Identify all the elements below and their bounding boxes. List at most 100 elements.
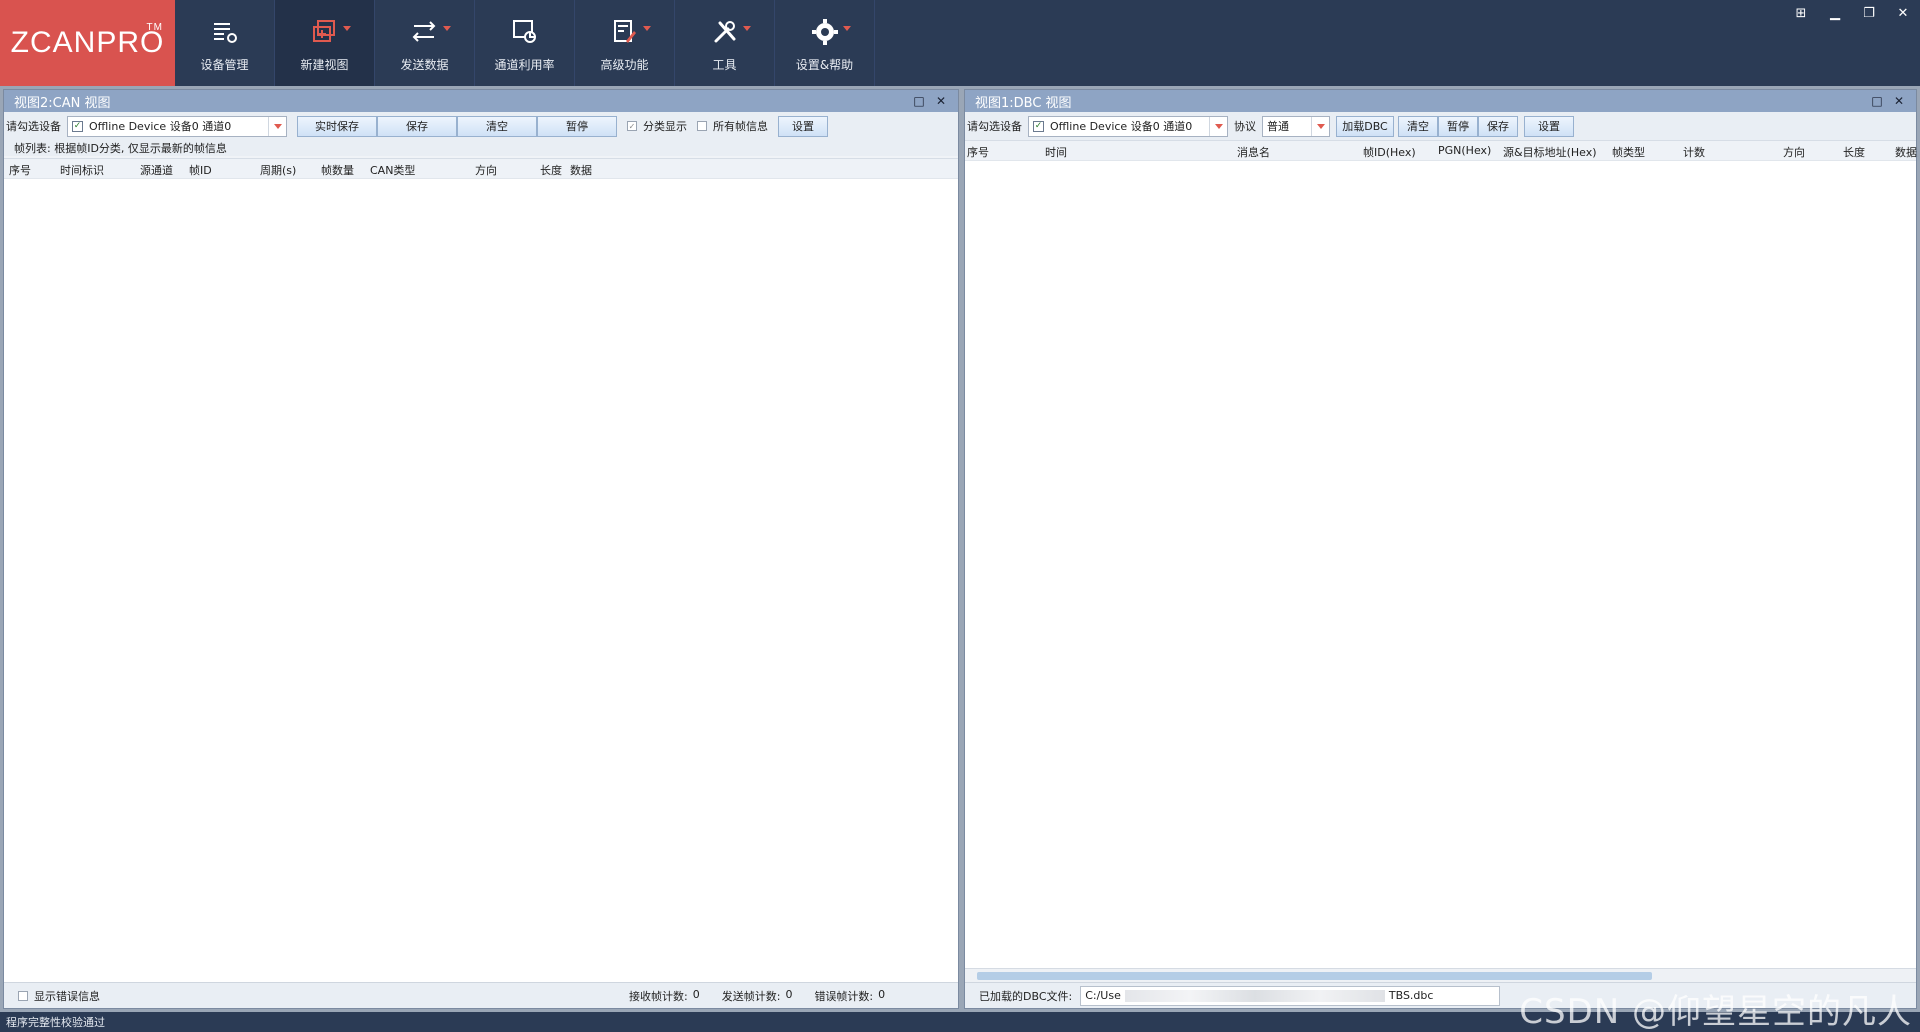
- status-text: 程序完整性校验通过: [6, 1016, 105, 1029]
- column-header[interactable]: 序号: [9, 162, 31, 178]
- all-frames-toggle[interactable]: 所有帧信息: [697, 118, 768, 134]
- column-header[interactable]: PGN(Hex): [1438, 144, 1491, 157]
- column-header[interactable]: 计数: [1683, 144, 1705, 160]
- tx-count-label: 发送帧计数:: [721, 989, 781, 1003]
- ribbon-label: 工具: [712, 57, 737, 72]
- protocol-select[interactable]: 普通: [1262, 115, 1330, 137]
- settings-button[interactable]: 设置: [778, 115, 828, 137]
- column-header[interactable]: 帧类型: [1612, 144, 1645, 160]
- chevron-down-icon: [742, 25, 751, 31]
- ribbon-advanced[interactable]: 高级功能: [575, 0, 675, 86]
- close-icon[interactable]: ✕: [930, 92, 952, 110]
- device-select-value: Offline Device 设备0 通道0: [1050, 120, 1193, 133]
- column-header[interactable]: 源通道: [140, 162, 173, 178]
- chevron-down-icon[interactable]: [1209, 116, 1227, 136]
- new-view-icon: [307, 14, 351, 50]
- maximize-icon[interactable]: □: [908, 92, 930, 110]
- restore-icon[interactable]: ❐: [1852, 0, 1886, 26]
- ribbon-label: 新建视图: [300, 57, 349, 72]
- column-header[interactable]: 时间标识: [60, 162, 104, 178]
- ribbon-channel-usage[interactable]: 通道利用率: [475, 0, 575, 86]
- column-header[interactable]: 方向: [1783, 144, 1805, 160]
- column-header[interactable]: 周期(s): [260, 162, 296, 178]
- device-select[interactable]: ✓ Offline Device 设备0 通道0: [67, 115, 287, 137]
- classify-label: 分类显示: [643, 120, 687, 133]
- protocol-label: 协议: [1234, 120, 1256, 133]
- ribbon-label: 高级功能: [600, 57, 649, 72]
- classify-toggle[interactable]: ✓ 分类显示: [627, 118, 687, 134]
- chevron-down-icon[interactable]: [1311, 116, 1329, 136]
- can-view-panel: 视图2:CAN 视图 □ ✕ 请勾选设备 ✓ Offline Device 设备…: [3, 89, 959, 1009]
- ribbon-bar: ZCANPRO TM 设备管理 新建视图 发送数据 通道利用率 高级功能 工具 …: [0, 0, 1920, 86]
- ribbon-label: 设备管理: [200, 57, 249, 72]
- checkbox-icon[interactable]: ✓: [1033, 120, 1044, 132]
- clear-button[interactable]: 清空: [1398, 115, 1438, 137]
- save-button[interactable]: 保存: [377, 115, 457, 137]
- chevron-down-icon: [342, 25, 351, 31]
- column-header[interactable]: 帧数量: [321, 162, 354, 178]
- horizontal-scrollbar[interactable]: [965, 968, 1916, 982]
- settings-button[interactable]: 设置: [1524, 115, 1574, 137]
- column-header[interactable]: 帧ID: [189, 162, 212, 178]
- ribbon-send-data[interactable]: 发送数据: [375, 0, 475, 86]
- load-dbc-button[interactable]: 加载DBC: [1336, 115, 1394, 137]
- table-header: 序号 时间标识 源通道 帧ID 周期(s) 帧数量 CAN类型 方向 长度 数据: [4, 159, 958, 179]
- logo-text: ZCANPRO: [10, 26, 165, 59]
- show-errors-toggle[interactable]: 显示错误信息: [18, 988, 100, 1004]
- device-select[interactable]: ✓ Offline Device 设备0 通道0: [1028, 115, 1228, 137]
- column-header[interactable]: 数据: [570, 162, 592, 178]
- close-icon[interactable]: ✕: [1888, 92, 1910, 110]
- realtime-save-button[interactable]: 实时保存: [297, 115, 377, 137]
- checkbox-icon[interactable]: [697, 121, 707, 131]
- checkbox-icon[interactable]: [18, 990, 28, 1001]
- layout-icon[interactable]: ⊞: [1784, 0, 1818, 26]
- ribbon-device-manage[interactable]: 设备管理: [175, 0, 275, 86]
- channel-usage-icon: [507, 14, 543, 50]
- scrollbar-thumb[interactable]: [977, 972, 1652, 980]
- dbc-file-path-field[interactable]: C:/Use TBS.dbc: [1080, 985, 1501, 1006]
- device-label: 请勾选设备: [967, 120, 1022, 133]
- ribbon-new-view[interactable]: 新建视图: [275, 0, 375, 86]
- window-controls: ⊞ ▁ ❐ ✕: [1784, 0, 1920, 26]
- gear-icon: [807, 14, 851, 50]
- clear-button[interactable]: 清空: [457, 115, 537, 137]
- checkbox-icon[interactable]: ✓: [72, 120, 83, 132]
- loaded-dbc-label: 已加载的DBC文件:: [979, 989, 1073, 1003]
- maximize-icon[interactable]: □: [1866, 92, 1888, 110]
- column-header[interactable]: 消息名: [1237, 144, 1270, 160]
- send-data-icon: [407, 14, 451, 50]
- chevron-down-icon: [642, 25, 651, 31]
- dbc-file-prefix: C:/Use: [1085, 989, 1121, 1002]
- ribbon-settings-help[interactable]: 设置&帮助: [775, 0, 875, 86]
- all-frames-label: 所有帧信息: [713, 120, 768, 133]
- workspace: 视图2:CAN 视图 □ ✕ 请勾选设备 ✓ Offline Device 设备…: [0, 86, 1920, 1012]
- dbc-message-table[interactable]: 序号 时间 消息名 帧ID(Hex) PGN(Hex) 源&目标地址(Hex) …: [965, 140, 1917, 970]
- column-header[interactable]: 源&目标地址(Hex): [1503, 144, 1597, 160]
- device-select-value: Offline Device 设备0 通道0: [89, 120, 232, 133]
- column-header[interactable]: 时间: [1045, 144, 1067, 160]
- close-icon[interactable]: ✕: [1886, 0, 1920, 26]
- can-toolbar: 请勾选设备 ✓ Offline Device 设备0 通道0 实时保存 保存 清…: [4, 112, 958, 140]
- logo-trademark: TM: [146, 22, 163, 33]
- column-header[interactable]: 长度: [540, 162, 562, 178]
- column-header[interactable]: 序号: [967, 144, 989, 160]
- chevron-down-icon[interactable]: [268, 116, 286, 136]
- pause-button[interactable]: 暂停: [1438, 115, 1478, 137]
- error-count-label: 错误帧计数:: [814, 989, 874, 1003]
- app-logo: ZCANPRO TM: [0, 0, 175, 86]
- column-header[interactable]: 长度: [1843, 144, 1865, 160]
- rx-count-label: 接收帧计数:: [629, 989, 688, 1003]
- can-frame-table[interactable]: 序号 时间标识 源通道 帧ID 周期(s) 帧数量 CAN类型 方向 长度 数据: [4, 158, 958, 982]
- column-header[interactable]: 数据: [1895, 144, 1917, 160]
- ribbon-tools[interactable]: 工具: [675, 0, 775, 86]
- show-errors-label: 显示错误信息: [34, 989, 100, 1003]
- column-header[interactable]: 方向: [475, 162, 497, 178]
- dbc-toolbar: 请勾选设备 ✓ Offline Device 设备0 通道0 协议 普通 加载D…: [965, 112, 1916, 140]
- pause-button[interactable]: 暂停: [537, 115, 617, 137]
- save-button[interactable]: 保存: [1478, 115, 1518, 137]
- column-header[interactable]: CAN类型: [370, 162, 415, 178]
- minimize-icon[interactable]: ▁: [1818, 0, 1852, 26]
- panel-title-bar: 视图2:CAN 视图 □ ✕: [4, 90, 958, 112]
- checkbox-icon[interactable]: ✓: [627, 121, 637, 131]
- column-header[interactable]: 帧ID(Hex): [1363, 144, 1416, 160]
